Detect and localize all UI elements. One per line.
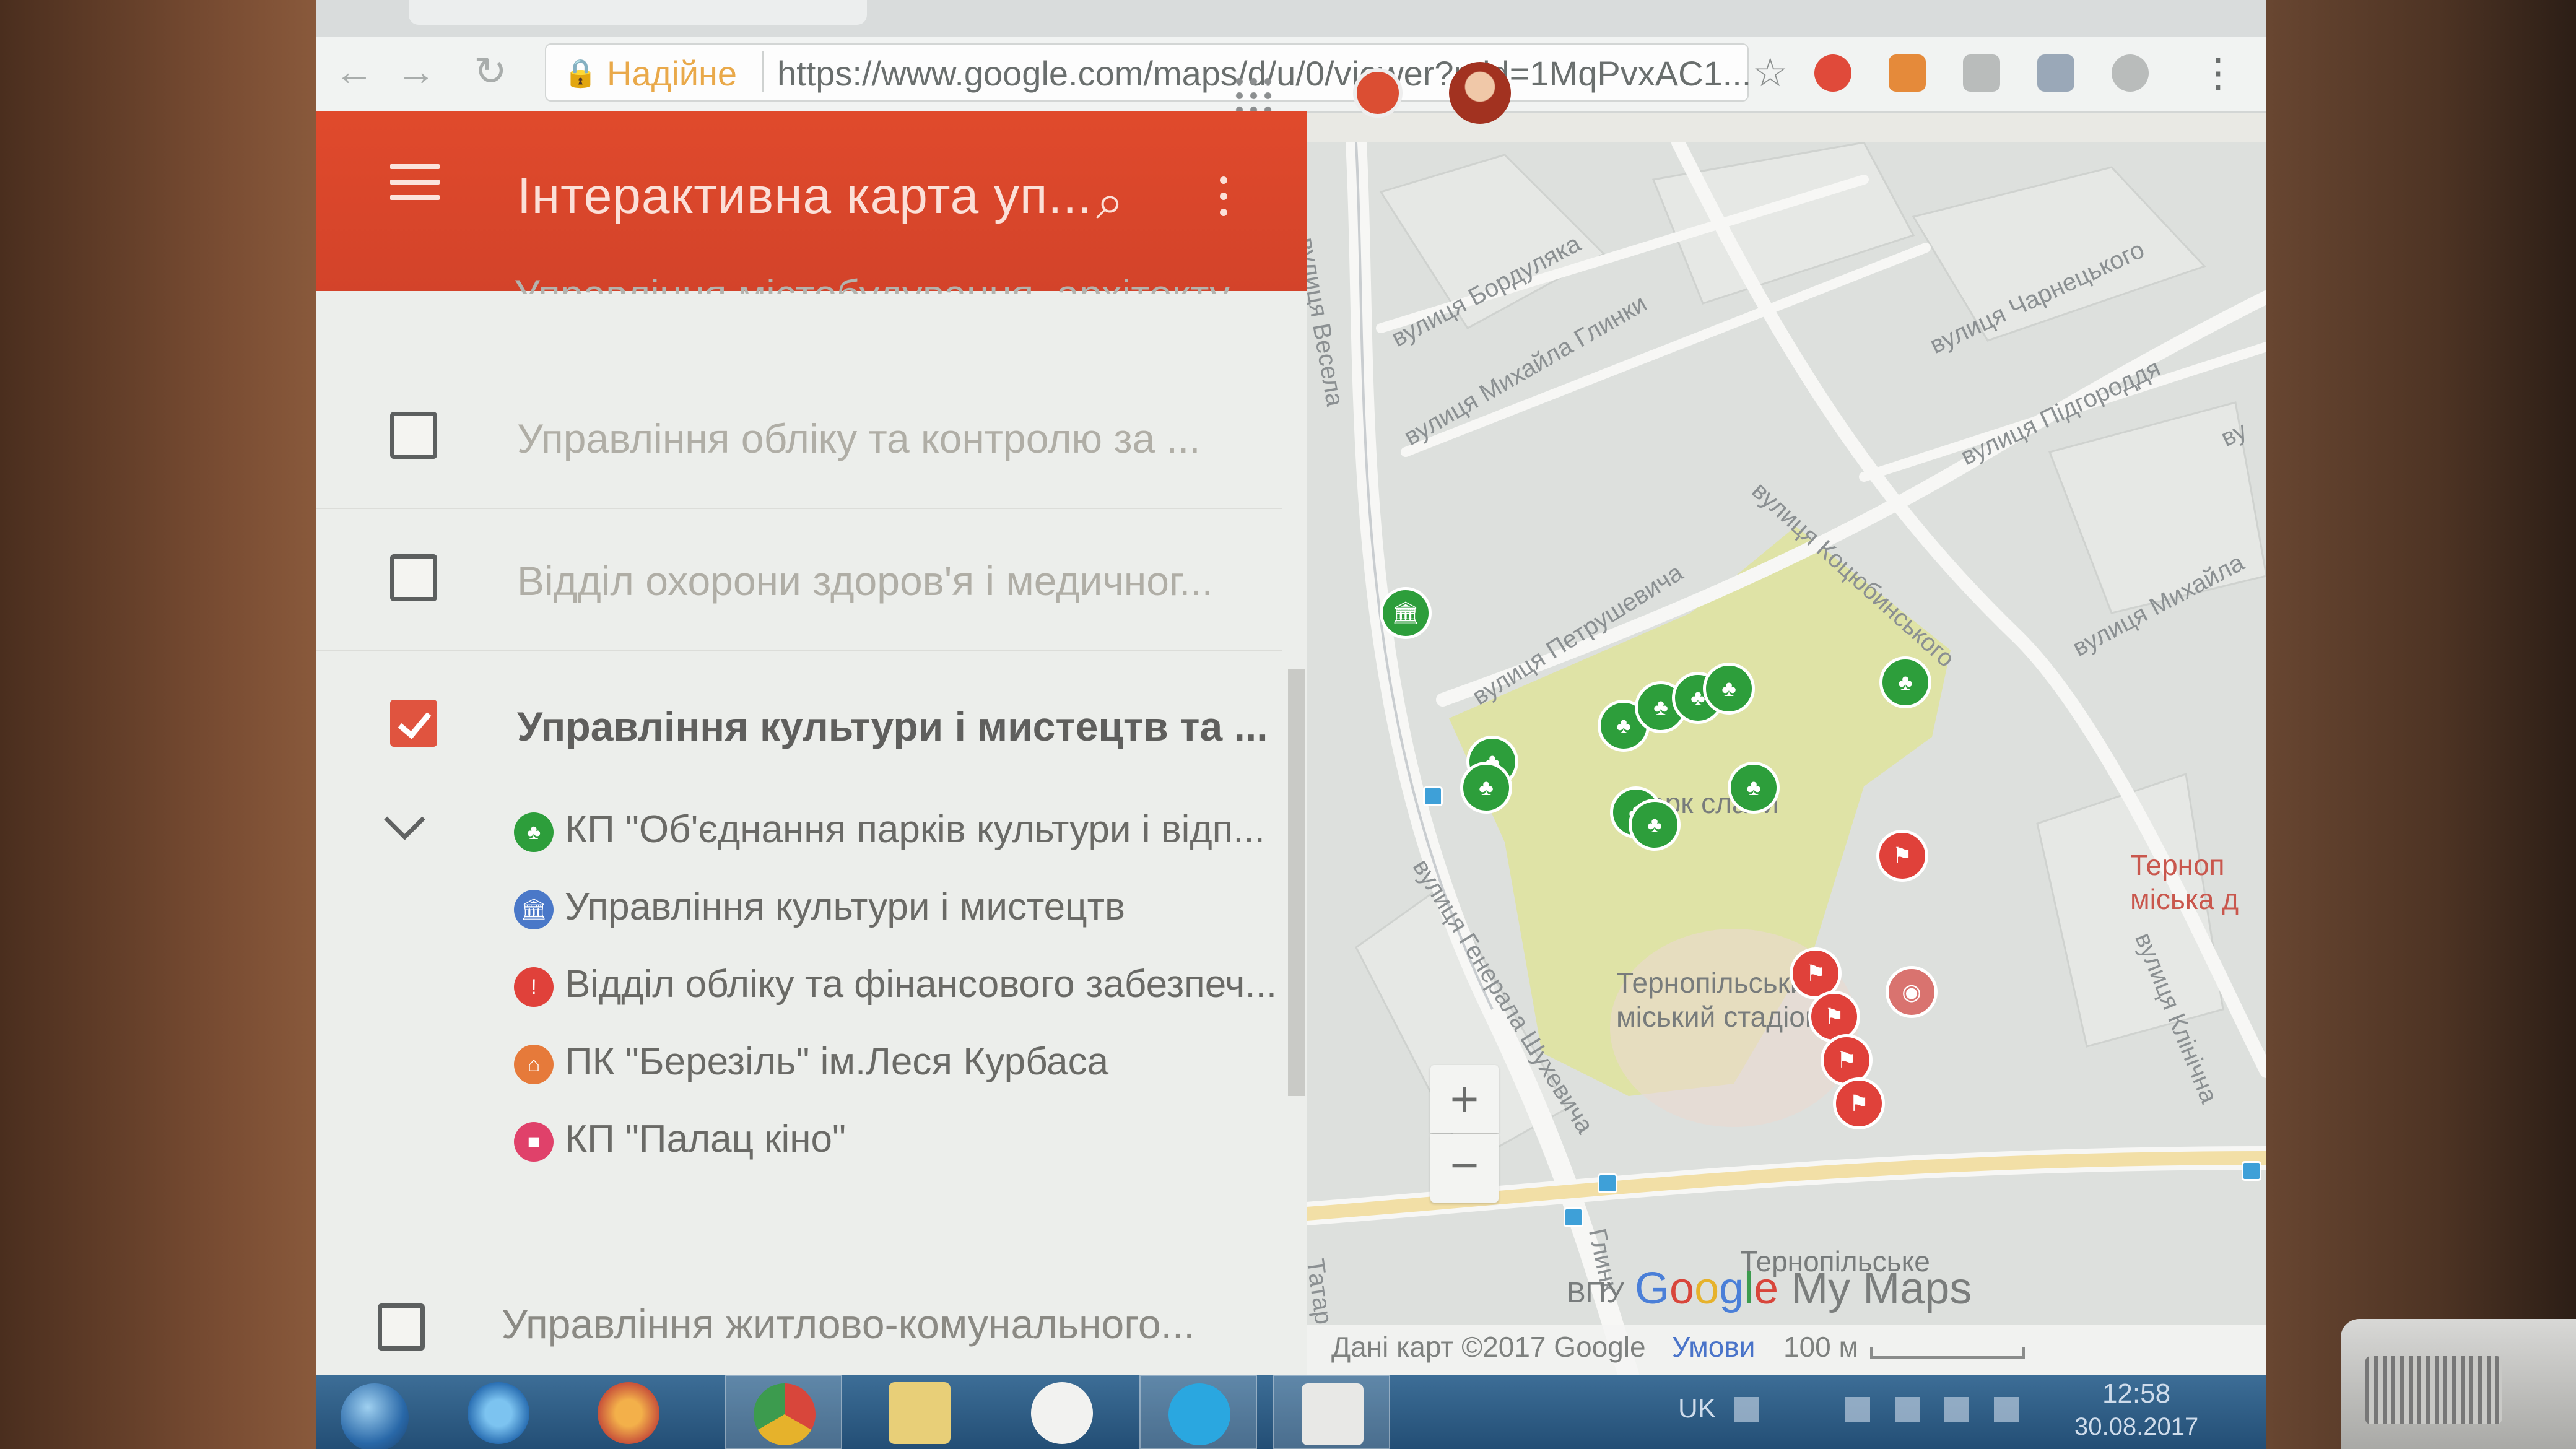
layer-label[interactable]: Управління обліку та контролю за ... (517, 415, 1201, 462)
wall-left (0, 0, 322, 1449)
language-indicator[interactable]: UK (1678, 1393, 1716, 1424)
taskbar-slides-button[interactable] (1273, 1375, 1390, 1449)
taskbar-chrome-button[interactable] (724, 1375, 842, 1449)
legend-label: Відділ обліку та фінансового забезпеч... (565, 963, 1277, 1006)
forward-icon[interactable]: → (396, 48, 436, 94)
folder-icon (889, 1382, 951, 1444)
extension-adblock-icon[interactable] (1814, 54, 1852, 92)
layer-checkbox[interactable] (390, 412, 437, 459)
legend-label: ПК "Березіль" ім.Леся Курбаса (565, 1040, 1109, 1083)
map-attribution: Дані карт ©2017 Google (1331, 1331, 1646, 1363)
cast-icon[interactable] (1963, 54, 2000, 92)
network-icon[interactable] (1944, 1397, 1969, 1422)
theatre-legend-icon: ⌂ (514, 1045, 554, 1084)
projector-grille (2365, 1356, 2502, 1424)
park-pin-icon[interactable]: ♣ (1460, 762, 1512, 814)
chrome-icon (754, 1383, 816, 1445)
bus-stop-icon[interactable] (2242, 1161, 2261, 1181)
zoom-in-button[interactable]: + (1430, 1065, 1499, 1133)
park-pin-icon[interactable]: ♣ (1703, 663, 1755, 715)
menu-icon[interactable] (390, 164, 440, 201)
terms-link[interactable]: Умови (1672, 1330, 1756, 1364)
museum-pin-icon[interactable]: 🏛 (1380, 587, 1432, 639)
sport-pin-icon[interactable]: ⚑ (1876, 830, 1928, 882)
sport-pin-icon[interactable]: ⚑ (1833, 1077, 1885, 1129)
url-separator (762, 51, 764, 92)
stadium-label-line2: міський стадіон (1616, 1001, 1821, 1033)
layer-checkbox-checked[interactable] (390, 700, 437, 747)
extension-office-icon[interactable] (1889, 54, 1926, 92)
alert-legend-icon: ! (514, 967, 554, 1007)
legend-label: КП "Об'єднання парків культури і відп... (565, 808, 1265, 851)
park-pin-icon[interactable]: ♣ (1728, 762, 1780, 814)
taskbar-ie-button[interactable] (440, 1375, 557, 1449)
notifications-icon[interactable] (1353, 68, 1403, 118)
city-label-line2: міська д (2130, 883, 2239, 915)
legend-label: Управління культури і мистецтв (565, 886, 1125, 928)
taskbar-j-button[interactable] (1003, 1375, 1121, 1449)
cinema-legend-icon: ■ (514, 1122, 554, 1162)
projected-screen: ← → ↻ 🔒 Надійне https://www.google.com/m… (316, 0, 2266, 1449)
museum-legend-icon: 🏛 (514, 890, 554, 929)
layer-label-active[interactable]: Управління культури і мистецтв та ... (517, 703, 1268, 750)
start-button[interactable] (341, 1383, 409, 1449)
volume-icon[interactable] (1994, 1397, 2019, 1422)
browser-tab[interactable] (409, 0, 867, 25)
slides-app-icon (1302, 1383, 1364, 1445)
city-label-line1: Терноп (2130, 849, 2225, 881)
power-icon[interactable] (1895, 1397, 1920, 1422)
layer-label[interactable]: Управління житлово-комунального... (502, 1300, 1195, 1347)
taskbar-explorer-button[interactable] (861, 1375, 978, 1449)
clock-time[interactable]: 12:58 (2074, 1378, 2198, 1409)
bus-stop-icon[interactable] (1564, 1208, 1583, 1227)
tray-expand-icon[interactable] (1796, 1397, 1821, 1422)
map-title[interactable]: Інтерактивна карта уп... (517, 167, 1092, 225)
reload-icon[interactable]: ↻ (474, 48, 507, 95)
search-icon[interactable]: ⌕ (1096, 173, 1124, 231)
bus-stop-icon[interactable] (1598, 1173, 1617, 1193)
mail-checker-icon[interactable] (2037, 54, 2074, 92)
avatar[interactable] (1449, 62, 1511, 124)
secure-label: Надійне (607, 54, 738, 93)
park-pin-icon[interactable]: ♣ (1879, 656, 1931, 708)
wall-right (2229, 0, 2576, 1449)
bus-stop-icon[interactable] (1423, 786, 1443, 806)
layer-label-partial: Управління містобудування, архітекту... (514, 271, 1260, 294)
park-pin-icon[interactable]: ♣ (1629, 799, 1681, 851)
projector (2341, 1319, 2576, 1449)
divider (316, 508, 1282, 509)
sidebar-scrollbar[interactable] (1288, 669, 1305, 1096)
scale-bar (1870, 1347, 2025, 1359)
flag-icon[interactable] (1845, 1397, 1870, 1422)
more-vert-icon[interactable] (1220, 176, 1227, 225)
stadium-pin-icon[interactable]: ◉ (1886, 966, 1938, 1018)
lock-icon: 🔒 (564, 58, 598, 89)
taskbar-media-button[interactable] (570, 1375, 687, 1449)
layer-label[interactable]: Відділ охорони здоров'я і медичног... (517, 557, 1213, 604)
park-legend-icon: ♣ (514, 812, 554, 852)
skype-icon (1168, 1383, 1230, 1445)
vpu-label-prefix: ВПУ (1567, 1276, 1624, 1308)
layer-checkbox[interactable] (390, 554, 437, 601)
media-player-icon (598, 1382, 659, 1444)
google-my-maps-logo: Google My Maps (1635, 1264, 1972, 1313)
back-icon[interactable]: ← (334, 48, 374, 94)
zoom-out-button[interactable]: − (1430, 1134, 1499, 1203)
keyboard-icon[interactable] (1734, 1397, 1759, 1422)
legend-label: КП "Палац кіно" (565, 1118, 846, 1160)
ie-icon (468, 1382, 529, 1444)
divider (316, 650, 1282, 651)
browser-menu-icon[interactable]: ⋮ (2198, 50, 2238, 96)
j-app-icon (1031, 1382, 1093, 1444)
bookmark-star-icon[interactable]: ☆ (1752, 50, 1788, 96)
skype-extension-icon[interactable] (2112, 54, 2149, 92)
scale-label: 100 м (1783, 1331, 1859, 1363)
layer-checkbox[interactable] (378, 1303, 425, 1351)
clock-date[interactable]: 30.08.2017 (2074, 1413, 2198, 1441)
taskbar-skype-button[interactable] (1139, 1375, 1257, 1449)
